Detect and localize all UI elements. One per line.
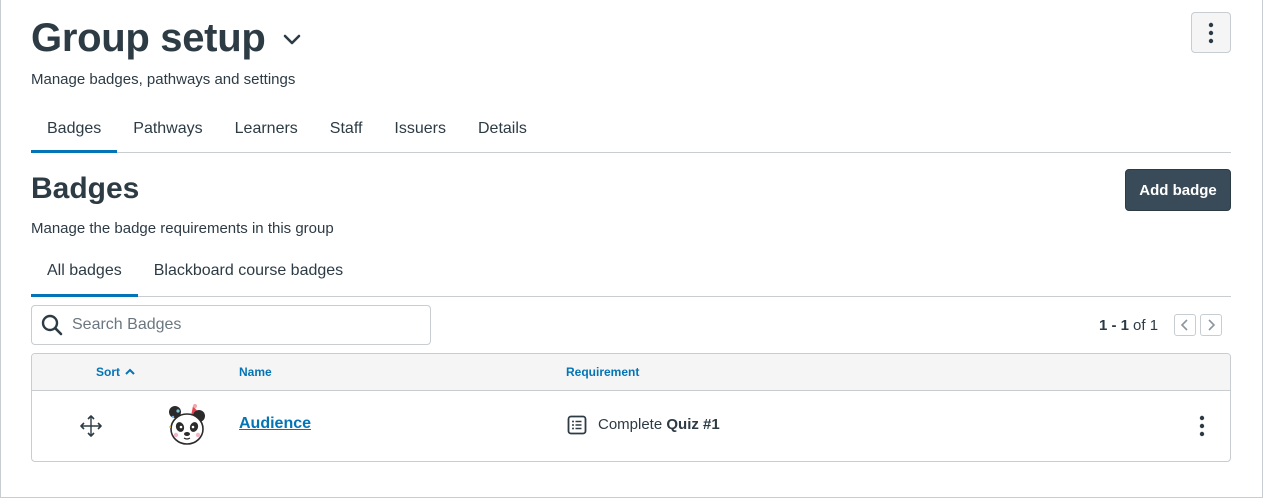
tab-details[interactable]: Details — [462, 112, 543, 152]
chevron-right-icon — [1208, 319, 1216, 331]
page-total: of 1 — [1133, 316, 1159, 334]
chevron-left-icon — [1180, 319, 1188, 331]
badge-name-link[interactable]: Audience — [239, 415, 311, 433]
requirement-item: Quiz #1 — [666, 416, 720, 433]
requirement-text: Complete Quiz #1 — [598, 416, 720, 433]
next-page-button[interactable] — [1200, 314, 1223, 336]
page-range: 1 - 1 — [1099, 316, 1130, 334]
row-options-button[interactable] — [1192, 412, 1212, 440]
chevron-down-icon[interactable] — [279, 27, 305, 53]
more-options-button[interactable] — [1191, 12, 1231, 53]
page-title: Group setup — [31, 14, 305, 62]
tab-pathways[interactable]: Pathways — [117, 112, 218, 152]
tab-blackboard-course-badges[interactable]: Blackboard course badges — [138, 254, 359, 296]
more-vertical-icon — [1208, 22, 1214, 43]
tab-issuers[interactable]: Issuers — [378, 112, 462, 152]
table-row: Audience Complete Quiz #1 — [32, 391, 1230, 461]
name-column-header[interactable]: Name — [239, 365, 272, 379]
search-icon — [40, 313, 64, 337]
requirement-column-header[interactable]: Requirement — [566, 365, 639, 379]
main-tabs: Badges Pathways Learners Staff Issuers D… — [31, 112, 1231, 153]
move-arrows-icon[interactable] — [79, 414, 103, 438]
search-input[interactable] — [72, 316, 412, 334]
page-subtitle: Manage badges, pathways and settings — [31, 71, 296, 88]
panda-badge-image — [165, 403, 209, 447]
pagination: 1 - 1 of 1 — [1099, 314, 1223, 336]
sort-column-header[interactable]: Sort — [96, 365, 136, 379]
chevron-up-icon — [125, 368, 135, 375]
previous-page-button[interactable] — [1174, 314, 1197, 336]
table-header: Sort Name Requirement — [32, 354, 1230, 391]
sort-header-label: Sort — [96, 365, 120, 379]
tab-staff[interactable]: Staff — [314, 112, 379, 152]
page-title-text: Group setup — [31, 16, 266, 60]
tab-learners[interactable]: Learners — [219, 112, 314, 152]
section-subtitle: Manage the badge requirements in this gr… — [31, 220, 334, 237]
section-title: Badges — [31, 172, 140, 205]
badges-table: Sort Name Requirement Audience Complete … — [31, 353, 1231, 462]
more-vertical-icon — [1199, 415, 1205, 437]
requirement-prefix: Complete — [598, 416, 663, 433]
page-frame: Group setup Manage badges, pathways and … — [0, 0, 1263, 498]
search-box — [31, 305, 431, 345]
tab-all-badges[interactable]: All badges — [31, 254, 138, 297]
list-icon — [567, 415, 587, 435]
badge-filter-tabs: All badges Blackboard course badges — [31, 254, 1231, 297]
tab-badges[interactable]: Badges — [31, 112, 118, 153]
add-badge-button[interactable]: Add badge — [1125, 169, 1231, 211]
